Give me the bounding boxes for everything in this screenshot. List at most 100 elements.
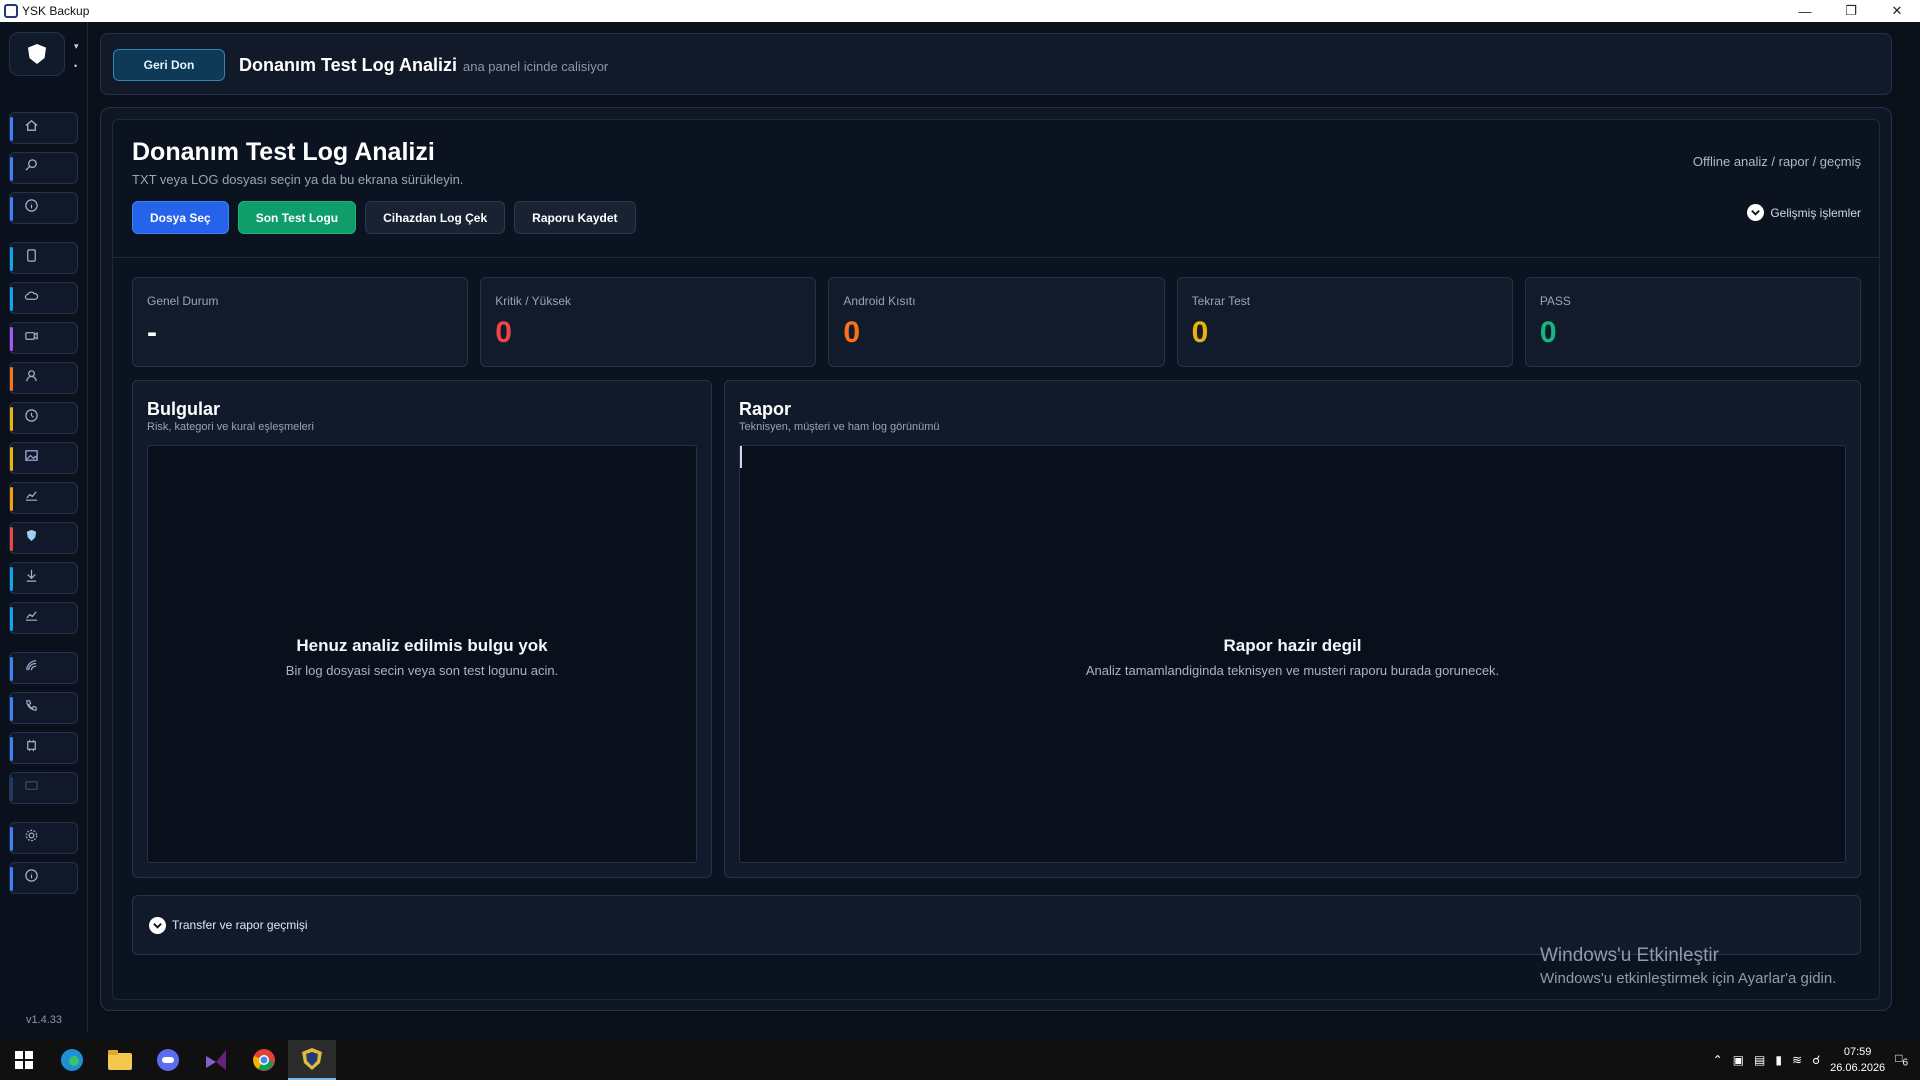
window-titlebar: YSK Backup — ❐ ✕	[0, 0, 1920, 22]
stat-card: Android Kısıtı 0	[828, 277, 1165, 367]
topbar-subtitle: ana panel icinde calisiyor	[463, 59, 609, 74]
sidebar-item-home[interactable]	[9, 112, 78, 144]
video-icon	[24, 328, 39, 348]
sidebar-item-accent	[10, 447, 13, 471]
sidebar-item-user[interactable]	[9, 362, 78, 394]
sidebar-item-video[interactable]	[9, 322, 78, 354]
download-icon	[24, 568, 39, 588]
stat-value: 0	[1539, 316, 1557, 349]
image-icon	[24, 448, 39, 468]
sidebar-item-signal[interactable]	[9, 652, 78, 684]
sidebar-item-accent	[10, 867, 13, 891]
sidebar-item-accent	[10, 327, 13, 351]
sidebar-item-accent	[10, 157, 13, 181]
stat-value: 0	[843, 316, 861, 349]
chevron-down-icon	[1747, 204, 1765, 221]
sidebar-item-accent	[10, 657, 13, 681]
windows-start-icon[interactable]	[0, 1040, 48, 1080]
watermark-line-1: Windows'u Etkinleştir	[1540, 945, 1719, 966]
display-icon[interactable]: ▤	[1754, 1053, 1765, 1067]
chat-app-icon[interactable]	[144, 1040, 192, 1080]
findings-empty-title: Henuz analiz edilmis bulgu yok	[296, 636, 548, 655]
cloud-icon	[24, 288, 39, 308]
wifi-icon[interactable]: ≋	[1792, 1053, 1802, 1067]
report-text-area[interactable]: Rapor hazir degil Analiz tamamlandiginda…	[739, 445, 1846, 863]
sidebar-item-image[interactable]	[9, 442, 78, 474]
battery-icon[interactable]: ▮	[1775, 1053, 1782, 1067]
sidebar-item-phone[interactable]	[9, 242, 78, 274]
visual-studio-icon[interactable]	[192, 1040, 240, 1080]
activation-watermark: Windows'u Etkinleştir Windows'u etkinleş…	[1540, 945, 1836, 987]
sidebar-item-gear[interactable]	[9, 822, 78, 854]
save-report-button[interactable]: Raporu Kaydet	[514, 201, 636, 234]
advanced-actions-label: Gelişmiş işlemler	[1770, 205, 1861, 220]
sidebar-item-history[interactable]	[9, 402, 78, 434]
sidebar-item-accent	[10, 527, 13, 551]
findings-list[interactable]: Henuz analiz edilmis bulgu yok Bir log d…	[147, 445, 697, 863]
stat-label: Tekrar Test	[1191, 294, 1251, 308]
taskbar: ⌃ ▣ ▤ ▮ ≋ ☌ 07:59 26.06.2026 □6	[0, 1040, 1920, 1080]
sidebar-item-call[interactable]	[9, 692, 78, 724]
window-title: YSK Backup	[22, 4, 90, 18]
taskbar-clock[interactable]: 07:59 26.06.2026	[1830, 1044, 1885, 1076]
chart-icon	[24, 488, 39, 508]
pull-device-log-button[interactable]: Cihazdan Log Çek	[365, 201, 506, 234]
stat-label: PASS	[1539, 294, 1571, 308]
restore-button[interactable]: ❐	[1828, 0, 1874, 22]
info-icon	[24, 198, 39, 218]
ysk-backup-icon[interactable]	[288, 1040, 336, 1080]
findings-subtitle: Risk, kategori ve kural eşleşmeleri	[147, 421, 314, 433]
sidebar-item-chip[interactable]	[9, 732, 78, 764]
sidebar-item-info[interactable]	[9, 192, 78, 224]
stats-row: Genel Durum - Kritik / Yüksek 0 Android Kısı…	[132, 277, 1862, 367]
advanced-actions-toggle[interactable]: Gelişmiş işlemler	[1747, 204, 1861, 221]
sidebar: ▾ • v1.4.33	[0, 22, 88, 1032]
sidebar-item-card[interactable]	[9, 772, 78, 804]
stat-card: PASS 0	[1524, 277, 1862, 367]
meet-icon[interactable]: ▣	[1733, 1053, 1744, 1067]
stat-label: Genel Durum	[147, 294, 219, 308]
sidebar-item-accent	[10, 407, 13, 431]
sidebar-logo[interactable]	[9, 32, 65, 76]
sidebar-item-cloud[interactable]	[9, 282, 78, 314]
report-title: Rapor	[739, 399, 792, 419]
minimize-button[interactable]: —	[1782, 0, 1828, 22]
edge-icon[interactable]	[48, 1040, 96, 1080]
volume-icon[interactable]: ☌	[1812, 1053, 1820, 1067]
call-icon	[24, 698, 39, 718]
sidebar-item-accent	[10, 287, 13, 311]
close-button[interactable]: ✕	[1874, 0, 1920, 22]
sidebar-item-shield[interactable]	[9, 522, 78, 554]
clock-date: 26.06.2026	[1830, 1062, 1886, 1074]
sidebar-item-chart[interactable]	[9, 482, 78, 514]
stat-label: Kritik / Yüksek	[495, 294, 572, 308]
sidebar-item-accent	[10, 487, 13, 511]
stat-card: Kritik / Yüksek 0	[480, 277, 817, 367]
sidebar-item-accent	[10, 777, 13, 801]
app-version: v1.4.33	[25, 1014, 63, 1026]
sidebar-item-accent	[10, 697, 13, 721]
sidebar-item-accent	[10, 607, 13, 631]
watermark-line-2: Windows'u etkinleştirmek için Ayarlar'a …	[1540, 970, 1837, 987]
text-cursor	[740, 446, 742, 468]
chevron-up-icon[interactable]: ⌃	[1713, 1053, 1723, 1067]
sidebar-item-chart[interactable]	[9, 602, 78, 634]
sidebar-item-info[interactable]	[9, 862, 78, 894]
file-explorer-icon[interactable]	[96, 1040, 144, 1080]
last-test-log-button[interactable]: Son Test Logu	[237, 201, 357, 234]
gear-icon	[24, 828, 39, 848]
sidebar-collapse-handle[interactable]: ▾ •	[74, 36, 80, 76]
findings-card: Bulgular Risk, kategori ve kural eşleşme…	[132, 380, 712, 878]
chip-icon	[24, 738, 39, 758]
stat-value: -	[147, 316, 157, 349]
report-subtitle: Teknisyen, müşteri ve ham log görünümü	[739, 421, 940, 433]
header-mode-text: Offline analiz / rapor / geçmiş	[1692, 154, 1861, 169]
chrome-icon[interactable]	[240, 1040, 288, 1080]
sidebar-item-download[interactable]	[9, 562, 78, 594]
page-subtitle: TXT veya LOG dosyası seçin ya da bu ekra…	[132, 172, 464, 187]
stat-value: 0	[1191, 316, 1209, 349]
back-button[interactable]: Geri Don	[113, 49, 225, 81]
notification-icon[interactable]: □6	[1895, 1051, 1908, 1068]
sidebar-item-search[interactable]	[9, 152, 78, 184]
select-file-button[interactable]: Dosya Seç	[132, 201, 229, 234]
